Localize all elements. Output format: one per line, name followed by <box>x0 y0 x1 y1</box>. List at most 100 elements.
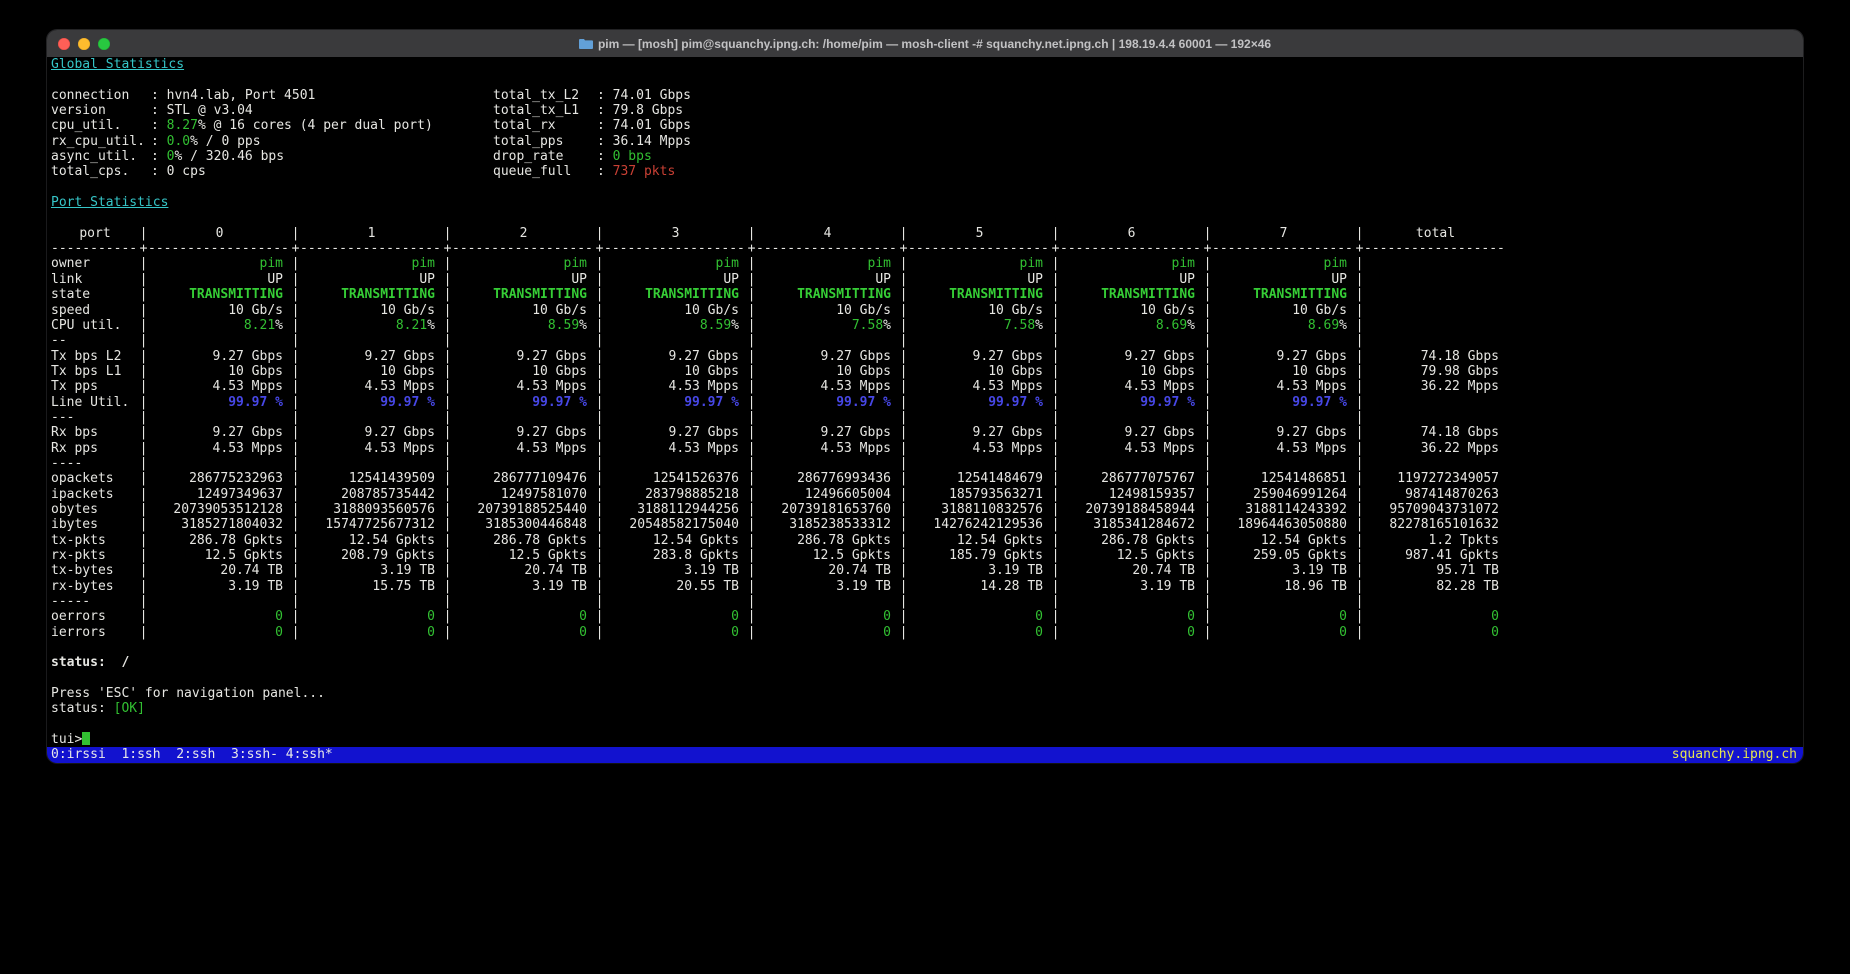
zoom-button[interactable] <box>98 38 110 50</box>
blank-line <box>51 210 1803 225</box>
text-segment: | <box>139 379 148 394</box>
cell <box>300 594 443 609</box>
text-segment: 0 <box>1035 609 1043 624</box>
text-segment: | <box>139 349 148 364</box>
text-segment: | <box>443 364 452 379</box>
text-segment: | <box>443 272 452 287</box>
text-segment: | <box>747 349 756 364</box>
tmux-window-list[interactable]: 0:irssi 1:ssh 2:ssh 3:ssh- 4:ssh* <box>51 747 333 762</box>
text-segment: | <box>747 410 756 425</box>
table-row: ibytes|3185271804032|15747725677312|3185… <box>51 517 1803 532</box>
cell <box>1364 410 1507 425</box>
cell: 4.53 Mpps <box>1212 379 1355 394</box>
text-segment: | <box>899 456 908 471</box>
row-label: obytes <box>51 502 139 517</box>
text-segment: | <box>443 471 452 486</box>
text-segment: 0 <box>427 609 435 624</box>
text-segment: : <box>151 118 167 133</box>
text-segment: | <box>1355 502 1364 517</box>
row-label: link <box>51 272 139 287</box>
text-segment: | <box>899 487 908 502</box>
text-segment: 36.14 Mpps <box>613 134 691 149</box>
minimize-button[interactable] <box>78 38 90 50</box>
text-segment: | <box>443 533 452 548</box>
text-segment: 3.19 TB <box>228 579 283 594</box>
cell: 4.53 Mpps <box>756 441 899 456</box>
text-segment: STL @ v3.04 <box>167 103 253 118</box>
text-segment: 10 Gb/s <box>228 303 283 318</box>
global-stats-heading: Global Statistics <box>51 57 184 72</box>
global-stat-line: async_util.: 0% / 320.46 bps drop_rate: 0… <box>51 149 1803 164</box>
text-segment: 10 Gb/s <box>380 303 435 318</box>
titlebar[interactable]: pim — [mosh] pim@squanchy.ipng.ch: /home… <box>47 30 1803 57</box>
cell: 3.19 TB <box>452 579 595 594</box>
text-segment: | <box>1203 579 1212 594</box>
text-segment: | <box>1051 425 1060 440</box>
cell: 0 <box>148 625 291 640</box>
cell: 9.27 Gbps <box>148 349 291 364</box>
text-segment: 0 <box>1187 625 1195 640</box>
table-row: opackets|286775232963|12541439509|286777… <box>51 471 1803 486</box>
text-segment: total_pps <box>493 134 597 149</box>
text-segment: 10 Gb/s <box>836 303 891 318</box>
text-segment: 74.18 Gbps <box>1421 349 1499 364</box>
cell: UP <box>452 272 595 287</box>
text-segment: pim <box>1324 256 1347 271</box>
cell <box>908 410 1051 425</box>
global-stat-right: drop_rate: 0 bps <box>493 149 652 164</box>
text-segment: | <box>595 303 604 318</box>
text-segment: 3185300446848 <box>485 517 587 532</box>
text-segment: | <box>595 456 604 471</box>
text-segment: TRANSMITTING <box>341 287 435 302</box>
cell: 82278165101632 <box>1364 517 1507 532</box>
text-segment: | <box>1051 272 1060 287</box>
text-segment: pim <box>412 256 435 271</box>
text-segment: | <box>291 256 300 271</box>
cell: 20.74 TB <box>756 563 899 578</box>
text-segment: | <box>139 333 148 348</box>
text-segment: 95.71 TB <box>1436 563 1499 578</box>
text-segment: | <box>595 502 604 517</box>
text-segment: % <box>275 318 283 333</box>
text-segment: + <box>747 241 756 256</box>
text-segment: 4.53 Mpps <box>973 441 1043 456</box>
text-segment: | <box>443 548 452 563</box>
text-segment: async_util. <box>51 149 151 164</box>
text-segment: 4.53 Mpps <box>1277 441 1347 456</box>
cell: 3188114243392 <box>1212 502 1355 517</box>
text-segment: 15.75 TB <box>372 579 435 594</box>
text-segment: 3185341284672 <box>1093 517 1195 532</box>
table-row: tx-bytes|20.74 TB|3.19 TB|20.74 TB|3.19 … <box>51 563 1803 578</box>
text-segment: | <box>139 533 148 548</box>
cell: 20.74 TB <box>148 563 291 578</box>
text-segment: | <box>747 563 756 578</box>
cell: 95709043731072 <box>1364 502 1507 517</box>
text-segment: | <box>899 609 908 624</box>
table-row: Tx bps L1|10 Gbps|10 Gbps|10 Gbps|10 Gbp… <box>51 364 1803 379</box>
text-segment: 99.97 % <box>380 395 435 410</box>
text-segment: + <box>291 241 300 256</box>
cell: pim <box>604 256 747 271</box>
cell <box>1212 333 1355 348</box>
text-segment: | <box>1203 395 1212 410</box>
text-segment: | <box>139 256 148 271</box>
text-segment: | <box>443 456 452 471</box>
text-segment: | <box>899 533 908 548</box>
terminal-window: pim — [mosh] pim@squanchy.ipng.ch: /home… <box>47 30 1803 763</box>
cell: 3.19 TB <box>148 579 291 594</box>
text-segment: 12.54 Gpkts <box>653 533 739 548</box>
text-segment: | <box>899 256 908 271</box>
prompt-line[interactable]: tui> <box>51 732 1803 747</box>
text-segment: | <box>747 425 756 440</box>
text-segment: 8.69 <box>1308 318 1339 333</box>
text-segment: 20.55 TB <box>676 579 739 594</box>
close-button[interactable] <box>58 38 70 50</box>
text-segment: | <box>899 517 908 532</box>
terminal[interactable]: Global Statistics connection: hvn4.lab, … <box>47 57 1803 763</box>
text-segment: | <box>1203 502 1212 517</box>
text-segment: 4.53 Mpps <box>973 379 1043 394</box>
cell: 12496605004 <box>756 487 899 502</box>
text-segment: pim <box>716 256 739 271</box>
global-stat-left: async_util.: 0% / 320.46 bps <box>51 149 284 164</box>
text-segment: 10 Gb/s <box>684 303 739 318</box>
